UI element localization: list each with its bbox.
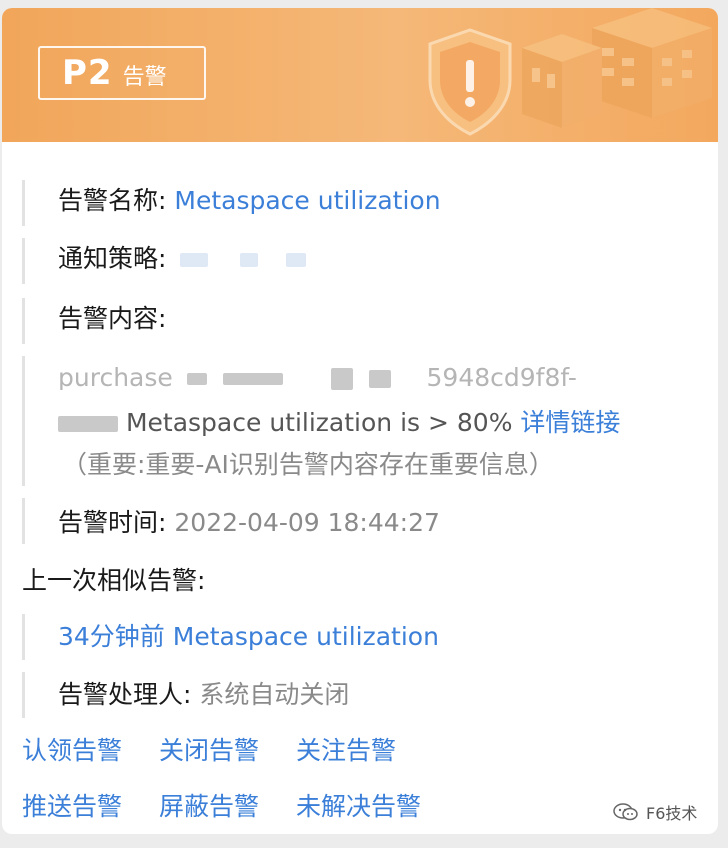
content-line1-start: purchase	[58, 366, 173, 390]
content-line-2: Metaspace utilization is > 80% 详情链接	[58, 406, 620, 440]
redacted-block	[180, 253, 209, 267]
wechat-icon	[613, 803, 638, 821]
redacted-block	[186, 373, 207, 385]
priority-title: 告警	[122, 65, 167, 90]
alert-card: P2 告警 告警名称: Metaspace utilization 通知策略: …	[2, 8, 718, 834]
content-line1-end: 5948cd9f8f-	[426, 366, 577, 390]
redacted-block	[58, 416, 118, 432]
close-alert-button[interactable]: 关闭告警	[159, 734, 259, 768]
follow-alert-button[interactable]: 关注告警	[296, 734, 396, 768]
policy-label: 通知策略:	[58, 244, 167, 273]
redacted-block	[330, 368, 353, 390]
unresolved-alert-button[interactable]: 未解决告警	[296, 790, 421, 824]
alert-name-row: 告警名称: Metaspace utilization	[58, 184, 441, 218]
time-label: 告警时间:	[58, 508, 167, 537]
divider-bar	[22, 672, 25, 718]
handler-value: 系统自动关闭	[199, 680, 350, 709]
priority-level: P2	[62, 53, 113, 93]
detail-link[interactable]: 详情链接	[520, 408, 620, 437]
previous-alert-link[interactable]: 34分钟前 Metaspace utilization	[58, 620, 439, 654]
divider-bar	[22, 614, 25, 660]
importance-note: （重要:重要-AI识别告警内容存在重要信息）	[62, 450, 554, 479]
divider-bar	[22, 298, 25, 344]
divider-bar	[22, 238, 25, 284]
handler-label: 告警处理人:	[58, 680, 192, 709]
redacted-block	[286, 253, 307, 267]
claim-alert-button[interactable]: 认领告警	[22, 734, 122, 768]
alert-name-value[interactable]: Metaspace utilization	[174, 186, 440, 215]
divider-bar	[22, 180, 25, 226]
divider-bar	[22, 498, 25, 544]
divider-bar	[22, 356, 25, 486]
mask-alert-button[interactable]: 屏蔽告警	[159, 790, 259, 824]
handler-row: 告警处理人: 系统自动关闭	[58, 678, 349, 712]
redacted-block	[240, 253, 259, 267]
shield-warning-icon	[428, 8, 712, 136]
push-alert-button[interactable]: 推送告警	[22, 790, 122, 824]
policy-row: 通知策略:	[58, 242, 307, 276]
content-line-1: purchase 5948cd9f8f-	[58, 366, 577, 390]
redacted-block	[222, 373, 283, 385]
time-row: 告警时间: 2022-04-09 18:44:27	[58, 506, 440, 540]
alert-banner: P2 告警	[2, 8, 718, 142]
priority-badge: P2 告警	[38, 46, 206, 100]
time-value: 2022-04-09 18:44:27	[174, 508, 440, 537]
content-metric-text: Metaspace utilization is > 80%	[125, 408, 513, 437]
redacted-block	[368, 370, 391, 388]
watermark-text: F6技术	[646, 804, 698, 823]
watermark: F6技术	[612, 800, 697, 824]
content-label-row: 告警内容:	[58, 302, 166, 336]
previous-alert-label: 上一次相似告警:	[22, 566, 206, 595]
alert-name-label: 告警名称:	[58, 186, 167, 215]
content-label: 告警内容:	[58, 304, 167, 333]
